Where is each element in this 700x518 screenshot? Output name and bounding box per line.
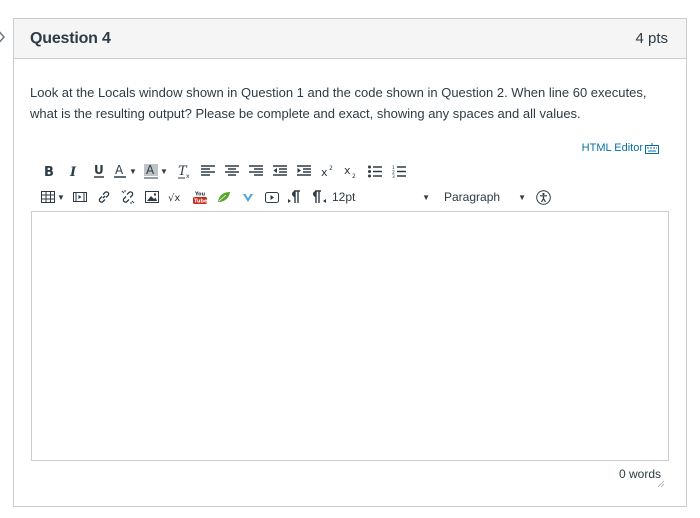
subscript-icon: x2 <box>344 164 356 178</box>
chevron-down-icon: ▼ <box>160 166 168 176</box>
question-title: Question 4 <box>30 29 111 47</box>
superscript-icon: x2 <box>321 165 333 178</box>
leaf-icon <box>218 192 230 202</box>
svg-text:A: A <box>115 163 124 177</box>
font-size-value: 12pt <box>332 190 356 204</box>
svg-text:I: I <box>69 165 77 178</box>
svg-text:x: x <box>321 166 328 178</box>
svg-text:x: x <box>344 164 351 177</box>
video-icon <box>265 191 279 203</box>
question-header: Question 4 4 pts <box>14 19 686 59</box>
svg-text:x: x <box>186 173 190 179</box>
italic-icon: I <box>69 165 77 178</box>
underline-button[interactable]: U <box>88 161 110 181</box>
text-color-icon: A <box>114 163 127 178</box>
media-icon <box>73 192 87 202</box>
align-right-button[interactable] <box>244 161 268 181</box>
indent-icon <box>297 165 311 176</box>
question-card: Question 4 4 pts Look at the Locals wind… <box>13 18 687 507</box>
chevron-down-icon: ▼ <box>57 192 65 202</box>
clear-formatting-button[interactable]: Tx <box>172 161 196 181</box>
underline-icon: U <box>94 163 104 178</box>
bold-icon: B <box>44 165 54 178</box>
subscript-button[interactable]: x2 <box>340 161 362 181</box>
paragraph-select[interactable]: Paragraph ▼ <box>436 187 532 207</box>
youtube-button[interactable]: You Tube <box>188 187 212 207</box>
align-center-icon <box>225 165 239 176</box>
ltr-button[interactable] <box>284 187 306 207</box>
bold-button[interactable]: B <box>38 161 60 181</box>
superscript-button[interactable]: x2 <box>316 161 340 181</box>
bullet-list-icon <box>368 165 382 177</box>
svg-text:A: A <box>146 163 155 177</box>
accessibility-button[interactable] <box>532 187 554 207</box>
background-color-button[interactable]: A ▼ <box>140 161 172 181</box>
question-text: Look at the Locals window shown in Quest… <box>30 85 647 121</box>
image-button[interactable] <box>140 187 164 207</box>
svg-text:2: 2 <box>329 165 333 172</box>
math-icon: √x <box>168 193 180 204</box>
link-button[interactable] <box>92 187 116 207</box>
align-right-icon <box>249 165 263 176</box>
unlink-button[interactable] <box>116 187 140 207</box>
html-editor-link[interactable]: HTML Editor <box>582 142 659 154</box>
align-left-icon <box>201 165 215 176</box>
unlink-icon <box>121 190 135 204</box>
svg-text:You: You <box>194 192 206 198</box>
svg-text:√x: √x <box>168 193 180 204</box>
previous-chevron-icon[interactable] <box>0 26 6 48</box>
keyboard-icon <box>645 142 659 154</box>
ltr-icon <box>288 190 300 203</box>
toolbar-row-2: ▼ √x You Tube 12pt ▼ Paragraph ▼ <box>38 187 554 207</box>
svg-text:U: U <box>94 163 104 177</box>
outdent-icon <box>273 165 287 176</box>
clear-formatting-icon: Tx <box>178 164 190 179</box>
vimeo-icon <box>243 194 253 202</box>
question-points: 4 pts <box>635 30 668 47</box>
table-button[interactable]: ▼ <box>38 187 68 207</box>
indent-button[interactable] <box>292 161 316 181</box>
rtl-button[interactable] <box>306 187 332 207</box>
image-icon <box>145 191 159 203</box>
text-color-button[interactable]: A ▼ <box>110 161 140 181</box>
youtube-icon: YouTube <box>193 192 207 205</box>
svg-text:B: B <box>44 165 54 178</box>
resize-handle-icon[interactable] <box>657 480 665 488</box>
svg-text:Tube: Tube <box>194 199 207 205</box>
background-color-icon: A <box>144 163 159 179</box>
rtl-icon <box>313 190 326 203</box>
leaf-button[interactable] <box>212 187 236 207</box>
toolbar-row-1: B I U A ▼ A ▼ Tx x 2 x 2 1 2 3 <box>38 161 410 181</box>
svg-text:2: 2 <box>352 173 356 178</box>
link-icon <box>98 191 110 203</box>
chevron-down-icon: ▼ <box>518 192 526 202</box>
rich-text-editor[interactable] <box>31 211 669 461</box>
numbered-list-button[interactable]: 123 <box>388 161 410 181</box>
bullet-list-button[interactable] <box>362 161 388 181</box>
accessibility-icon <box>535 189 551 205</box>
word-count: 0 words <box>618 467 661 481</box>
chevron-down-icon: ▼ <box>129 166 137 176</box>
video-button[interactable] <box>260 187 284 207</box>
svg-text:3: 3 <box>392 174 395 178</box>
math-button[interactable]: √x <box>164 187 188 207</box>
chevron-down-icon: ▼ <box>422 192 430 202</box>
media-button[interactable] <box>68 187 92 207</box>
numbered-list-icon: 123 <box>392 165 406 178</box>
vimeo-button[interactable] <box>236 187 260 207</box>
paragraph-value: Paragraph <box>444 190 501 204</box>
font-size-select[interactable]: 12pt ▼ <box>332 187 436 207</box>
table-icon <box>41 191 56 203</box>
html-editor-label: HTML Editor <box>581 142 643 154</box>
align-left-button[interactable] <box>196 161 220 181</box>
outdent-button[interactable] <box>268 161 292 181</box>
align-center-button[interactable] <box>220 161 244 181</box>
italic-button[interactable]: I <box>60 161 88 181</box>
